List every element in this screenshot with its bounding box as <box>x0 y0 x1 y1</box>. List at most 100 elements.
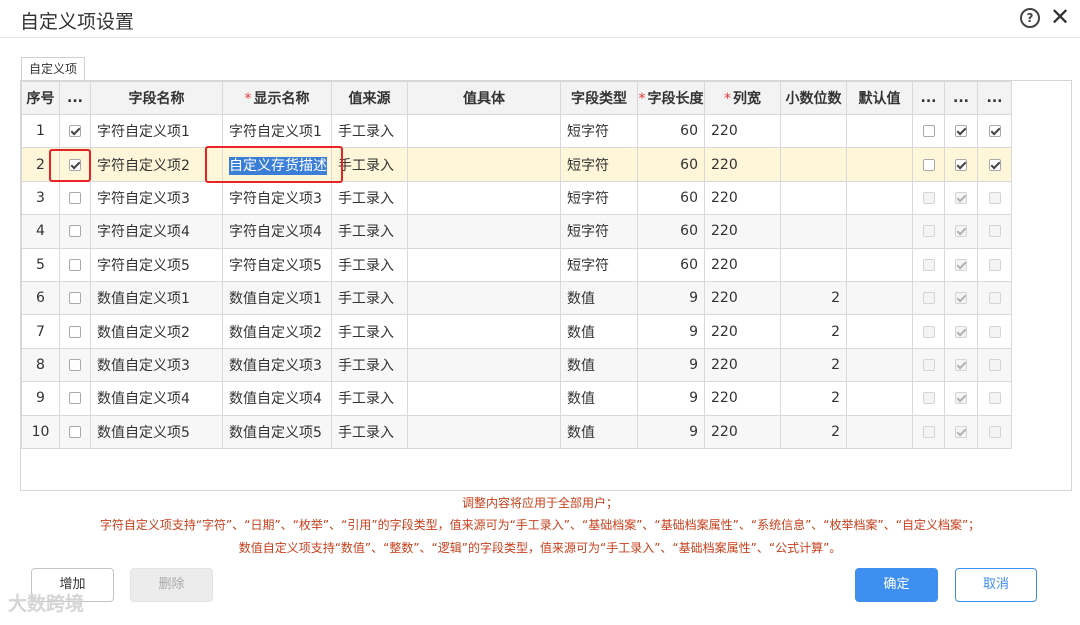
cell-field-name[interactable]: 数值自定义项1 <box>90 280 223 316</box>
cell-source[interactable]: 手工录入 <box>331 214 408 249</box>
cell-default[interactable] <box>846 180 913 216</box>
cell-detail[interactable] <box>407 381 561 416</box>
cell-source[interactable]: 手工录入 <box>331 381 408 416</box>
header-extra-2[interactable]: ... <box>944 81 978 115</box>
cell-source[interactable]: 手工录入 <box>331 180 408 216</box>
cell-display-name[interactable]: 字符自定义项3 <box>222 180 332 216</box>
cell-type[interactable]: 短字符 <box>560 180 638 216</box>
cell-detail[interactable] <box>407 214 561 249</box>
checkbox[interactable] <box>69 425 81 438</box>
cell-display-name[interactable]: 数值自定义项1 <box>222 280 332 316</box>
table-row[interactable]: 9 数值自定义项4 数值自定义项4 手工录入 数值 9 220 2 <box>21 381 1012 416</box>
cell-field-name[interactable]: 数值自定义项4 <box>90 381 223 416</box>
cell-no[interactable]: 5 <box>21 247 60 282</box>
close-icon[interactable]: ✕ <box>1050 5 1070 29</box>
cell-width[interactable]: 220 <box>704 113 781 149</box>
checkbox[interactable] <box>955 425 967 438</box>
cell-no[interactable]: 7 <box>21 314 60 349</box>
header-width[interactable]: * 列宽 <box>704 81 781 115</box>
checkbox[interactable] <box>69 258 81 271</box>
ok-button[interactable]: 确定 <box>855 568 938 602</box>
cell-type[interactable]: 短字符 <box>560 113 638 149</box>
checkbox[interactable] <box>69 325 81 338</box>
checkbox[interactable] <box>988 292 1001 305</box>
cell-width[interactable]: 220 <box>704 147 781 182</box>
checkbox[interactable] <box>988 225 1001 238</box>
cell-default[interactable] <box>846 214 913 249</box>
cell-no[interactable]: 1 <box>21 113 60 149</box>
cell-field-name[interactable]: 数值自定义项3 <box>90 347 223 383</box>
cell-length[interactable]: 60 <box>637 180 705 216</box>
checkbox[interactable] <box>955 125 967 138</box>
checkbox[interactable] <box>955 358 967 371</box>
delete-button[interactable]: 删除 <box>130 568 213 602</box>
cell-no[interactable]: 2 <box>21 147 60 182</box>
cell-length[interactable]: 9 <box>637 280 705 316</box>
cell-display-name[interactable]: 字符自定义项1 <box>222 113 332 149</box>
checkbox[interactable] <box>922 425 935 438</box>
cell-length[interactable]: 60 <box>637 214 705 249</box>
cell-field-name[interactable]: 字符自定义项4 <box>90 214 223 249</box>
cell-detail[interactable] <box>407 414 561 449</box>
checkbox[interactable] <box>955 158 967 171</box>
cell-source[interactable]: 手工录入 <box>331 247 408 282</box>
header-no[interactable]: 序号 <box>21 81 60 115</box>
cell-detail[interactable] <box>407 147 561 182</box>
cell-type[interactable]: 短字符 <box>560 147 638 182</box>
header-type[interactable]: 字段类型 <box>560 81 638 115</box>
checkbox[interactable] <box>922 292 935 305</box>
checkbox[interactable] <box>988 425 1001 438</box>
checkbox[interactable] <box>69 158 81 171</box>
checkbox[interactable] <box>69 191 81 204</box>
checkbox[interactable] <box>922 125 935 138</box>
cell-display-name[interactable]: 数值自定义项3 <box>222 347 332 383</box>
table-row[interactable]: 1 字符自定义项1 字符自定义项1 手工录入 短字符 60 220 <box>21 113 1012 149</box>
cell-source[interactable]: 手工录入 <box>331 147 408 182</box>
cell-detail[interactable] <box>407 247 561 282</box>
cell-no[interactable]: 3 <box>21 180 60 216</box>
cell-no[interactable]: 9 <box>21 381 60 416</box>
cell-decimals[interactable]: 2 <box>780 347 847 383</box>
header-length[interactable]: * 字段长度 <box>637 81 705 115</box>
cell-detail[interactable] <box>407 314 561 349</box>
cell-display-name[interactable]: 数值自定义项5 <box>222 414 332 449</box>
checkbox[interactable] <box>988 358 1001 371</box>
checkbox[interactable] <box>922 325 935 338</box>
cell-display-name[interactable]: 数值自定义项2 <box>222 314 332 349</box>
cell-default[interactable] <box>846 280 913 316</box>
cell-length[interactable]: 9 <box>637 347 705 383</box>
cell-source[interactable]: 手工录入 <box>331 314 408 349</box>
checkbox[interactable] <box>922 158 935 171</box>
cell-source[interactable]: 手工录入 <box>331 414 408 449</box>
cell-decimals[interactable]: 2 <box>780 414 847 449</box>
table-row[interactable]: 5 字符自定义项5 字符自定义项5 手工录入 短字符 60 220 <box>21 247 1012 282</box>
header-select[interactable]: ... <box>59 81 91 115</box>
cell-width[interactable]: 220 <box>704 314 781 349</box>
cell-type[interactable]: 数值 <box>560 280 638 316</box>
cell-display-name[interactable]: 字符自定义项5 <box>222 247 332 282</box>
checkbox[interactable] <box>955 292 967 305</box>
cell-width[interactable]: 220 <box>704 280 781 316</box>
cell-source[interactable]: 手工录入 <box>331 113 408 149</box>
table-row[interactable]: 6 数值自定义项1 数值自定义项1 手工录入 数值 9 220 2 <box>21 280 1012 316</box>
checkbox[interactable] <box>988 158 1001 171</box>
cell-default[interactable] <box>846 147 913 182</box>
cancel-button[interactable]: 取消 <box>955 568 1037 602</box>
checkbox[interactable] <box>988 191 1001 204</box>
cell-source[interactable]: 手工录入 <box>331 347 408 383</box>
cell-default[interactable] <box>846 247 913 282</box>
cell-decimals[interactable] <box>780 180 847 216</box>
table-row[interactable]: 2 字符自定义项2 自定义存货描述 手工录入 短字符 60 220 <box>21 147 1012 182</box>
checkbox[interactable] <box>955 392 967 405</box>
cell-width[interactable]: 220 <box>704 180 781 216</box>
cell-type[interactable]: 短字符 <box>560 214 638 249</box>
checkbox[interactable] <box>955 258 967 271</box>
header-decimals[interactable]: 小数位数 <box>780 81 847 115</box>
table-row[interactable]: 3 字符自定义项3 字符自定义项3 手工录入 短字符 60 220 <box>21 180 1012 216</box>
cell-field-name[interactable]: 字符自定义项1 <box>90 113 223 149</box>
cell-width[interactable]: 220 <box>704 381 781 416</box>
cell-decimals[interactable] <box>780 214 847 249</box>
cell-decimals[interactable]: 2 <box>780 280 847 316</box>
checkbox[interactable] <box>988 392 1001 405</box>
cell-no[interactable]: 4 <box>21 214 60 249</box>
